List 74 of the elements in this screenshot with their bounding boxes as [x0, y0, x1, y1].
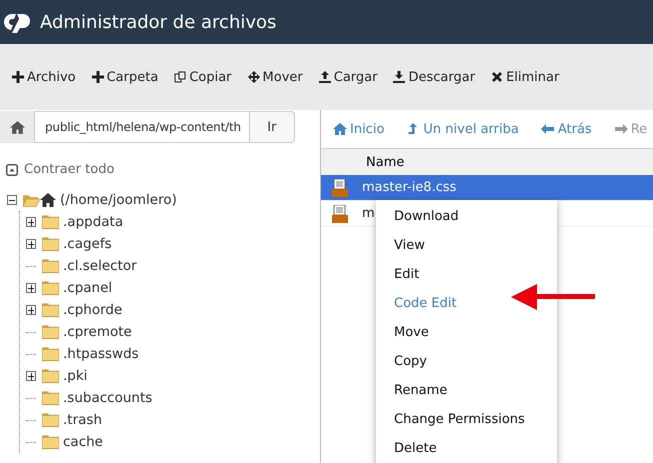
folder-icon: [42, 215, 59, 229]
path-field[interactable]: public_html/helena/wp-content/th: [34, 111, 249, 143]
expand-toggle-icon[interactable]: [26, 305, 36, 315]
tree-item[interactable]: .cpremote: [63, 324, 132, 340]
toolbar-button[interactable]: Descargar: [387, 66, 482, 88]
menu-item[interactable]: Rename: [376, 383, 557, 412]
folder-icon: [42, 237, 59, 251]
collapse-all-button[interactable]: Contraer todo: [6, 162, 114, 177]
tree-item[interactable]: .subaccounts: [63, 390, 152, 406]
tree-item[interactable]: .cagefs: [63, 236, 112, 252]
file-name: master-ie8.css: [362, 180, 456, 195]
tree-item[interactable]: .cpanel: [63, 280, 112, 296]
menu-item[interactable]: Edit: [376, 267, 557, 296]
folder-icon: [42, 325, 59, 339]
menu-item[interactable]: Delete: [376, 441, 557, 463]
folder-icon: [42, 435, 59, 449]
toolbar-button[interactable]: Archivo: [6, 66, 82, 88]
menu-item[interactable]: View: [376, 238, 557, 267]
menu-item[interactable]: Download: [376, 209, 557, 238]
move-icon: [248, 71, 260, 83]
nav-link[interactable]: Un nivel arriba: [406, 122, 519, 136]
plus-icon: [92, 71, 104, 83]
file-name: m: [362, 206, 375, 221]
expand-toggle-icon[interactable]: [26, 371, 36, 381]
folder-icon: [42, 303, 59, 317]
go-button[interactable]: Ir: [248, 111, 295, 143]
toolbar-button[interactable]: Cargar: [312, 66, 384, 88]
home-button[interactable]: [0, 111, 34, 143]
tree-item[interactable]: .pki: [63, 368, 88, 384]
tree-item[interactable]: cache: [63, 434, 103, 450]
nav-link[interactable]: Inicio: [333, 122, 384, 136]
expand-toggle-icon[interactable]: [26, 239, 36, 249]
folder-icon: [23, 193, 40, 207]
window-title: Administrador de archivos: [40, 12, 276, 32]
copy-icon: [174, 71, 186, 83]
css-file-icon: [332, 178, 348, 196]
file-row[interactable]: master-ie8.css: [321, 175, 653, 201]
column-header[interactable]: Name: [366, 154, 404, 170]
home-icon: [10, 120, 24, 134]
folder-icon: [42, 369, 59, 383]
back-icon: [540, 123, 555, 135]
menu-item[interactable]: Code Edit: [376, 296, 557, 325]
tree-item[interactable]: .cl.selector: [63, 258, 137, 274]
tree-item[interactable]: .appdata: [63, 214, 124, 230]
download-icon: [393, 71, 406, 83]
upload-icon: [318, 71, 331, 83]
home-icon: [333, 123, 347, 135]
toolbar-button[interactable]: Copiar: [168, 66, 238, 88]
tree-item[interactable]: .cphorde: [63, 302, 122, 318]
toolbar-button[interactable]: Eliminar: [485, 66, 566, 88]
folder-icon: [42, 281, 59, 295]
toolbar-button[interactable]: Mover: [242, 66, 309, 88]
collapse-toggle-icon[interactable]: [7, 195, 17, 205]
home-icon: [40, 193, 56, 207]
expand-toggle-icon[interactable]: [26, 217, 36, 227]
plus-icon: [12, 71, 24, 83]
tree-item[interactable]: .htpasswds: [63, 346, 139, 362]
menu-item[interactable]: Move: [376, 325, 557, 354]
tree-item[interactable]: (/home/joomlero): [60, 192, 177, 208]
folder-icon: [42, 259, 59, 273]
expand-toggle-icon[interactable]: [26, 283, 36, 293]
folder-icon: [42, 347, 59, 361]
css-file-icon: [332, 204, 348, 222]
collapse-icon: [6, 164, 18, 176]
forward-icon: [614, 123, 628, 135]
folder-icon: [42, 391, 59, 405]
tree-item[interactable]: .trash: [63, 412, 102, 428]
toolbar-button[interactable]: Carpeta: [86, 66, 164, 88]
delete-icon: [491, 71, 504, 83]
menu-item[interactable]: Change Permissions: [376, 412, 557, 441]
menu-item[interactable]: Copy: [376, 354, 557, 383]
folder-icon: [42, 413, 59, 427]
nav-link[interactable]: Atrás: [540, 122, 592, 136]
logo-icon: [2, 11, 32, 33]
